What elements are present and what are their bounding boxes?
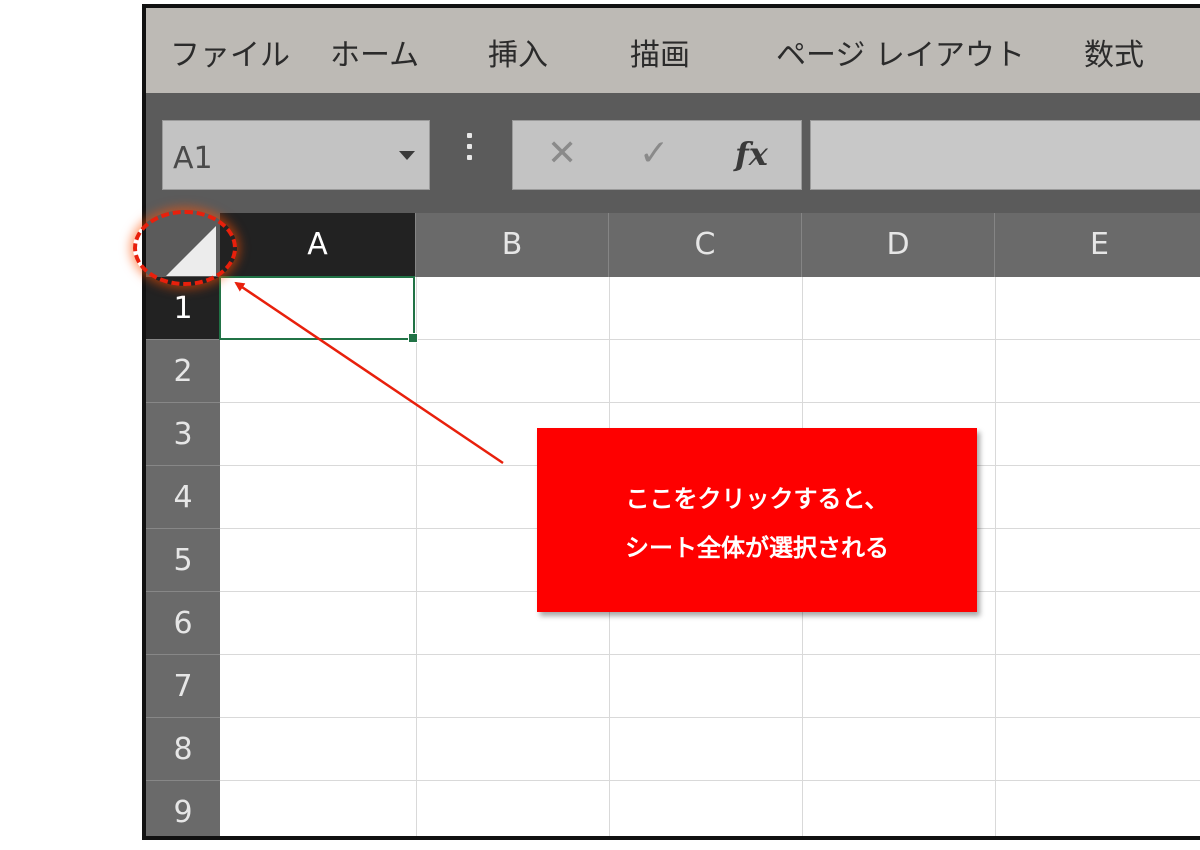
annotation-arrow <box>234 281 504 465</box>
annotation-callout: ここをクリックすると、 シート全体が選択される <box>537 428 977 612</box>
callout-line-1: ここをクリックすると、 <box>625 485 889 513</box>
callout-line-2: シート全体が選択される <box>625 534 889 562</box>
